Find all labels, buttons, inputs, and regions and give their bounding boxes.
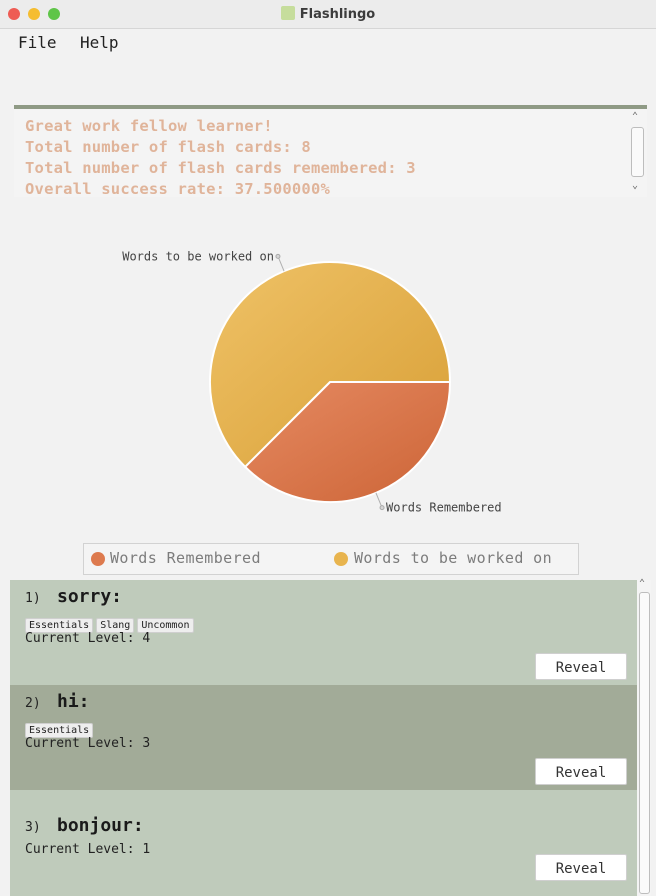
result-line-success-rate: Overall success rate: 37.500000% (25, 180, 331, 198)
legend-label-remembered: Words Remembered (110, 549, 261, 567)
legend-dot-to-work-on (334, 552, 348, 566)
card-index: 3) (25, 820, 41, 835)
chart-legend: Words Remembered Words to be worked on (83, 543, 579, 575)
result-line-remembered: Total number of flash cards remembered: … (25, 159, 416, 177)
reveal-button[interactable]: Reveal (535, 758, 627, 785)
reveal-button[interactable]: Reveal (535, 854, 627, 881)
card-level: Current Level: 4 (25, 631, 151, 646)
scroll-up-icon[interactable]: ⌃ (639, 578, 645, 589)
list-scrollbar[interactable]: ⌃ (637, 578, 651, 896)
legend-dot-remembered (91, 552, 105, 566)
scroll-down-icon[interactable]: ⌄ (632, 180, 638, 191)
card-tags: Essentials Slang Uncommon (25, 613, 197, 633)
result-line-greeting: Great work fellow learner! (25, 117, 273, 135)
scroll-up-icon[interactable]: ⌃ (632, 111, 638, 122)
reveal-button[interactable]: Reveal (535, 653, 627, 680)
pie-chart: Words Remembered Words to be worked on (122, 249, 502, 515)
menu-bar: File Help (0, 30, 656, 56)
card-word: bonjour: (57, 815, 144, 836)
card-level: Current Level: 3 (25, 736, 151, 751)
card-index: 2) (25, 696, 41, 711)
menu-help[interactable]: Help (80, 33, 119, 52)
result-line-total-cards: Total number of flash cards: 8 (25, 138, 311, 156)
pie-label-to-work-on: Words to be worked on (122, 249, 274, 263)
pie-label-remembered: Words Remembered (386, 501, 502, 515)
title-bar: Flashlingo (0, 0, 656, 29)
window-title: Flashlingo (299, 7, 376, 22)
pie-label-dot (275, 253, 281, 259)
pie-label-dot (379, 505, 385, 511)
card-index: 1) (25, 591, 41, 606)
card-level: Current Level: 1 (25, 842, 151, 857)
legend-label-to-work-on: Words to be worked on (354, 549, 553, 567)
scrollbar-thumb[interactable] (631, 127, 644, 177)
flashcard-item: 1) sorry: Essentials Slang Uncommon Curren… (10, 580, 637, 685)
window-title-group: Flashlingo (0, 6, 656, 22)
flashcard-item: 3) bonjour: Current Level: 1 Reveal (10, 790, 637, 896)
card-word: hi: (57, 691, 90, 712)
result-display: Great work fellow learner! Total number … (14, 109, 647, 198)
menu-file[interactable]: File (18, 33, 57, 52)
result-scrollbar[interactable]: ⌃ ⌄ (628, 109, 646, 197)
card-tags: Essentials (25, 718, 96, 738)
card-word: sorry: (57, 586, 123, 607)
flashcard-list: 1) sorry: Essentials Slang Uncommon Curren… (10, 580, 637, 896)
app-icon (280, 6, 295, 20)
scrollbar-thumb[interactable] (639, 592, 650, 894)
flashcard-item: 2) hi: Essentials Current Level: 3 Revea… (10, 685, 637, 790)
